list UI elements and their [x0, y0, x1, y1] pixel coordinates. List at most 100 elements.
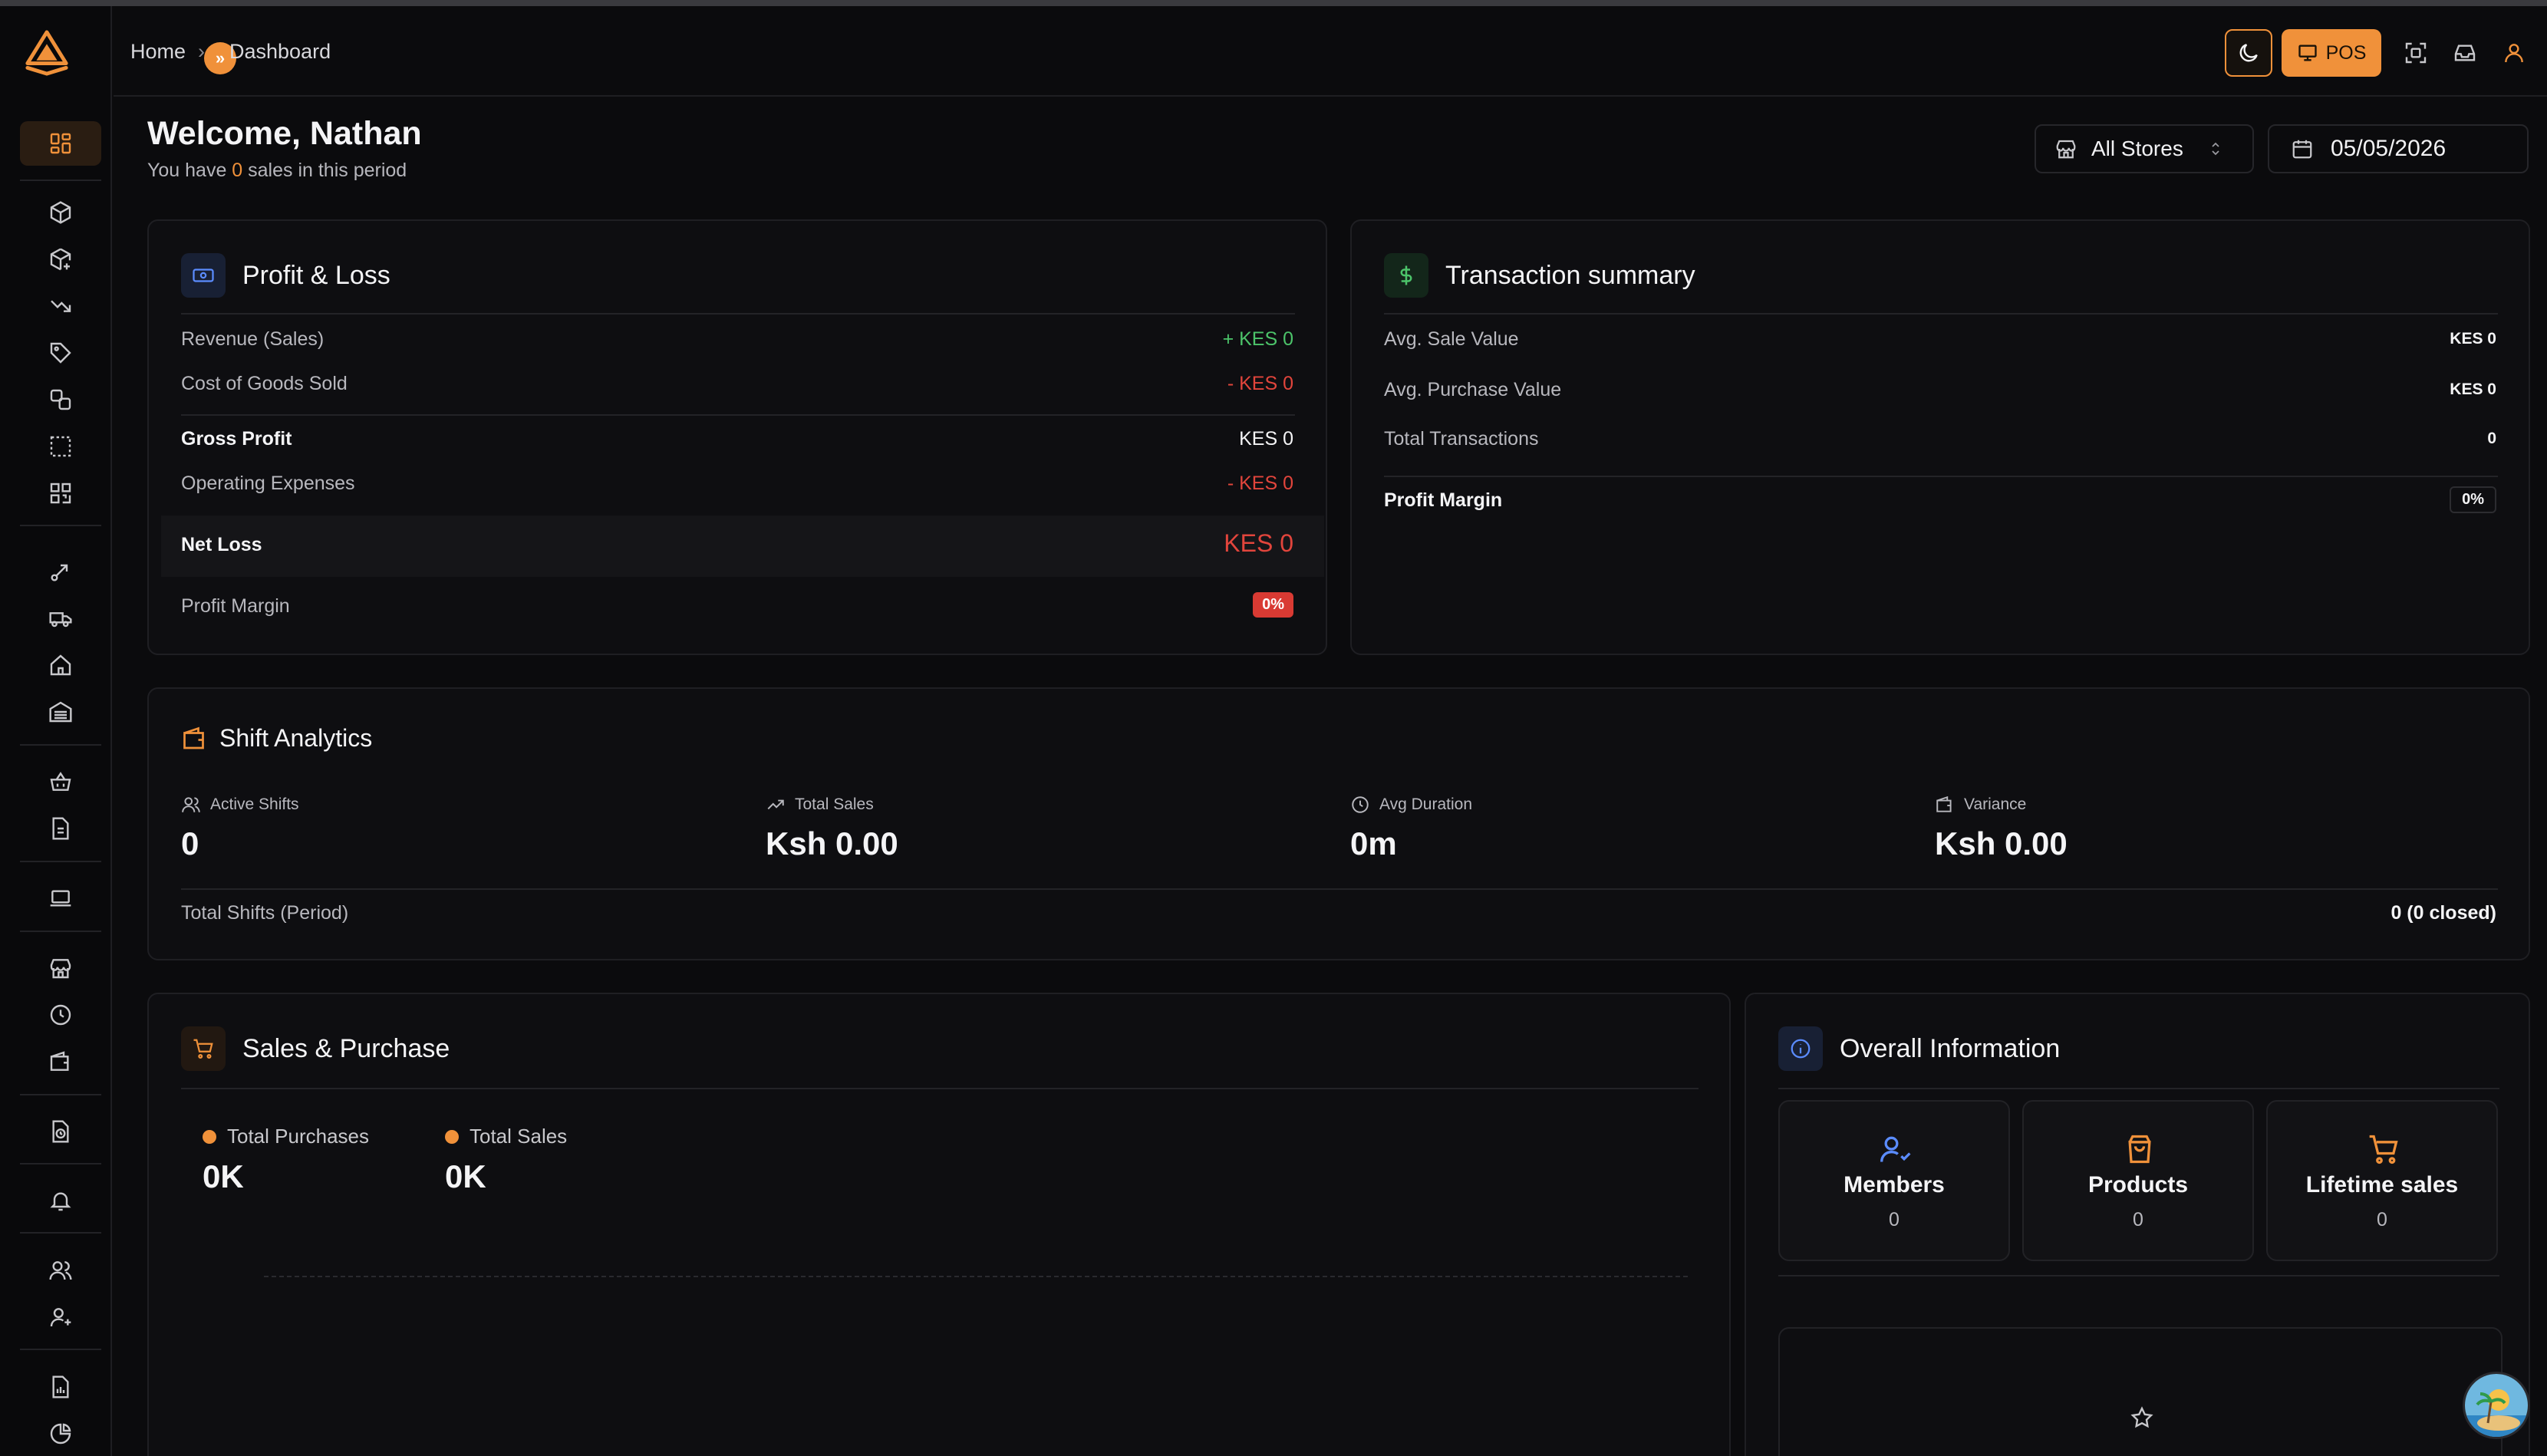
- page-subtitle: You have 0 sales in this period: [147, 160, 407, 181]
- users-icon: [182, 797, 200, 812]
- products-tile[interactable]: Products 0: [2022, 1100, 2254, 1261]
- divider: [181, 1088, 1699, 1089]
- sidebar-item-add-user[interactable]: [20, 1295, 101, 1339]
- divider: [1778, 1088, 2499, 1089]
- sidebar-divider: [20, 180, 101, 181]
- sidebar-divider: [20, 1094, 101, 1095]
- users-icon: [49, 1261, 72, 1280]
- scan-icon: [2405, 42, 2427, 64]
- moon-icon: [2239, 44, 2258, 62]
- profit-margin-badge: 0%: [2450, 486, 2496, 513]
- monitor-icon: [2298, 44, 2317, 61]
- total-sales-value: Ksh 0.00: [766, 825, 898, 861]
- sidebar-item-history[interactable]: [20, 1109, 101, 1154]
- profit-margin-badge: 0%: [1253, 592, 1293, 618]
- store-select-value: All Stores: [2091, 137, 2183, 160]
- sales-purchase-card: Sales & Purchase Total Purchases 0K Tota…: [147, 993, 1731, 1456]
- trending-up-icon: [767, 799, 784, 810]
- sidebar-item-transfers[interactable]: [20, 377, 101, 422]
- shift-analytics-card: Shift Analytics Active Shifts 0 Total Sa…: [147, 687, 2530, 960]
- dollar-icon: [1384, 253, 1428, 298]
- net-loss-row: [161, 516, 1324, 577]
- sidebar-item-wallet[interactable]: [20, 1039, 101, 1084]
- selection-icon: [50, 436, 71, 457]
- legend-total-sales[interactable]: Total Sales: [445, 1125, 567, 1148]
- report-icon: [52, 1375, 69, 1398]
- date-picker[interactable]: 05/05/2026: [2268, 124, 2529, 173]
- trending-down-icon: [51, 300, 71, 312]
- clock-icon: [50, 1004, 71, 1026]
- profit-margin-label: Profit Margin: [1384, 489, 1503, 511]
- breadcrumb-current: Dashboard: [229, 40, 331, 63]
- dashboard-icon: [50, 133, 71, 154]
- info-icon: [1778, 1026, 1823, 1071]
- route-icon: [51, 564, 68, 581]
- sidebar-item-barcodes[interactable]: [20, 471, 101, 516]
- sidebar-item-terminals[interactable]: [20, 876, 101, 921]
- divider: [181, 313, 1295, 315]
- profit-loss-card: Profit & Loss Revenue (Sales) + KES 0 Co…: [147, 219, 1327, 655]
- customer-overview-panel: [1778, 1327, 2503, 1456]
- sidebar-item-home[interactable]: [20, 643, 101, 687]
- sidebar-item-delivery[interactable]: [20, 596, 101, 641]
- shopping-cart-icon: [2369, 1135, 2398, 1164]
- wallet-icon: [50, 1051, 69, 1071]
- inbox-button[interactable]: [2446, 29, 2484, 77]
- file-clock-icon: [52, 1120, 69, 1143]
- app-logo[interactable]: [23, 29, 71, 77]
- sidebar-item-notifications[interactable]: [20, 1178, 101, 1223]
- tile-value: 0: [1889, 1209, 1900, 1230]
- card-title: Sales & Purchase: [242, 1033, 450, 1063]
- chart-gridline: [264, 1276, 1688, 1277]
- sidebar-divider: [20, 1349, 101, 1350]
- pos-button-label: POS: [2325, 41, 2367, 64]
- sidebar-item-stores[interactable]: [20, 946, 101, 990]
- scan-button[interactable]: [2397, 29, 2435, 77]
- sidebar-item-products[interactable]: [20, 190, 101, 235]
- sidebar-divider: [20, 1232, 101, 1234]
- avg-purchase-label: Avg. Purchase Value: [1384, 379, 1562, 400]
- sidebar-item-purchases[interactable]: [20, 759, 101, 804]
- cogs-value: - KES 0: [1227, 373, 1293, 394]
- variance-value: Ksh 0.00: [1935, 825, 2068, 861]
- lifetime-sales-tile[interactable]: Lifetime sales 0: [2266, 1100, 2498, 1261]
- sidebar-item-invoices[interactable]: [20, 806, 101, 851]
- gross-profit-value: KES 0: [1239, 428, 1293, 450]
- pos-button[interactable]: POS: [2282, 29, 2381, 77]
- divider: [1384, 313, 2498, 315]
- theme-toggle-button[interactable]: [2225, 29, 2272, 77]
- sidebar-item-losses[interactable]: [20, 284, 101, 328]
- card-title: Transaction summary: [1445, 260, 1695, 290]
- divider: [1384, 476, 2498, 477]
- sidebar-item-dashboard[interactable]: [20, 121, 101, 166]
- gross-profit-label: Gross Profit: [181, 428, 292, 450]
- operating-expenses-value: - KES 0: [1227, 473, 1293, 494]
- sidebar-item-warehouse[interactable]: [20, 690, 101, 734]
- net-loss-label: Net Loss: [181, 534, 262, 555]
- date-value: 05/05/2026: [2331, 136, 2447, 161]
- page-title: Welcome, Nathan: [147, 115, 422, 152]
- sidebar-item-analytics[interactable]: [20, 1412, 101, 1456]
- sidebar-item-pricing[interactable]: [20, 331, 101, 375]
- sidebar-divider: [20, 861, 101, 862]
- members-tile[interactable]: Members 0: [1778, 1100, 2010, 1261]
- sidebar-item-shifts[interactable]: [20, 993, 101, 1037]
- total-transactions-label: Total Transactions: [1384, 428, 1539, 450]
- user-name: Nathan: [309, 115, 422, 152]
- store-select[interactable]: All Stores: [2035, 124, 2254, 173]
- legend-total-purchases[interactable]: Total Purchases: [203, 1125, 369, 1148]
- breadcrumb-home[interactable]: Home: [130, 40, 186, 64]
- tag-icon: [50, 342, 71, 364]
- sidebar-item-add-product[interactable]: [20, 237, 101, 282]
- sidebar-item-routes[interactable]: [20, 549, 101, 594]
- bell-icon: [50, 1192, 71, 1211]
- assistant-avatar[interactable]: [2463, 1372, 2530, 1439]
- sidebar-item-users[interactable]: [20, 1248, 101, 1293]
- sidebar-divider: [20, 931, 101, 932]
- sidebar-item-selection[interactable]: [20, 424, 101, 469]
- tile-value: 0: [2133, 1209, 2143, 1230]
- sidebar-item-reports[interactable]: [20, 1365, 101, 1409]
- active-shifts-value: 0: [181, 825, 199, 861]
- user-menu-button[interactable]: [2495, 29, 2533, 77]
- sales-count: 0: [232, 160, 243, 181]
